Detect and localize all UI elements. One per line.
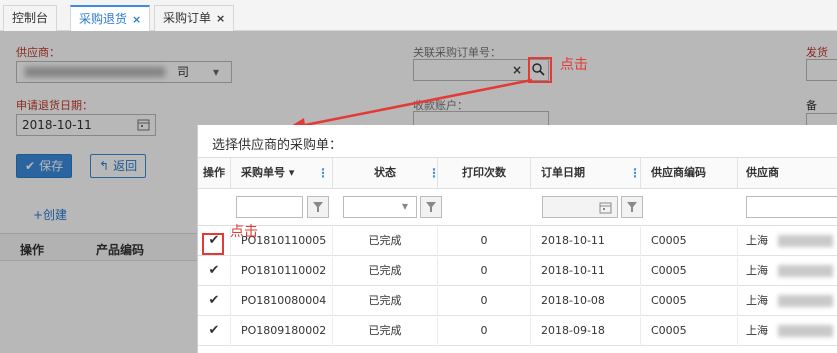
supplier-name: 上海 [746, 294, 768, 307]
order-date-filter-input[interactable] [542, 196, 618, 218]
order-no-filter-input[interactable] [236, 196, 303, 218]
highlight-select-row [202, 233, 224, 255]
print-count-cell: 0 [438, 227, 531, 256]
column-header-order-date[interactable]: 订单日期 [531, 158, 641, 189]
supplier-name: 上海 [746, 324, 768, 337]
column-header-status[interactable]: 状态 [333, 158, 438, 189]
table-row[interactable]: ✔ PO1810110005 已完成 0 2018-10-11 C0005 上海 [198, 227, 837, 256]
select-purchase-order-dialog: 选择供应商的采购单： 操作 采购单号 ▾ ⋮ 状态 ⋮ 打印次数 订单日期 ⋮ … [197, 125, 837, 353]
select-row-button[interactable]: ✔ [198, 287, 231, 316]
order-date-cell: 2018-10-08 [531, 287, 641, 316]
print-count-cell: 0 [438, 317, 531, 346]
table-row[interactable]: ✔ PO1810080004 已完成 0 2018-10-08 C0005 上海 [198, 287, 837, 316]
close-icon[interactable]: × [132, 13, 141, 26]
order-date-cell: 2018-10-11 [531, 257, 641, 286]
tab-label: 控制台 [12, 11, 49, 25]
status-cell: 已完成 [333, 287, 438, 316]
supplier-cell: 上海 [738, 287, 837, 316]
column-header-action: 操作 [198, 158, 231, 189]
click-note-1: 点击 [560, 57, 588, 73]
select-row-button[interactable]: ✔ [198, 257, 231, 286]
tab-label: 采购订单 [163, 11, 212, 25]
chevron-down-icon: ▾ [402, 199, 409, 213]
grid-header-row: 操作 采购单号 ▾ ⋮ 状态 ⋮ 打印次数 订单日期 ⋮ 供应商编码 供应商 [198, 157, 837, 189]
order-no-cell: PO1809180002 [231, 317, 333, 346]
status-filter-select[interactable]: ▾ [343, 196, 417, 218]
supplier-name: 上海 [746, 264, 768, 277]
column-header-supplier: 供应商 [746, 166, 779, 179]
column-menu-icon[interactable]: ⋮ [629, 158, 641, 188]
order-no-cell: PO1810080004 [231, 287, 333, 316]
grid-filter-row: ▾ [198, 189, 837, 226]
dialog-title: 选择供应商的采购单： [212, 138, 343, 153]
tab-bar: 控制台 采购退货 × 采购订单 × [0, 0, 837, 31]
status-cell: 已完成 [333, 257, 438, 286]
status-cell: 已完成 [333, 317, 438, 346]
filter-icon[interactable] [307, 196, 329, 218]
supplier-code-cell: C0005 [641, 287, 738, 316]
column-header-label: 采购单号 ▾ [241, 166, 295, 179]
supplier-code-cell: C0005 [641, 317, 738, 346]
column-header-label: 状态 [374, 166, 396, 179]
supplier-cell: 上海 [738, 257, 837, 286]
print-count-cell: 0 [438, 257, 531, 286]
order-date-cell: 2018-10-11 [531, 227, 641, 256]
click-note-2: 点击 [230, 224, 258, 240]
filter-icon[interactable] [420, 196, 442, 218]
filter-icon[interactable] [621, 196, 643, 218]
redacted-text [778, 235, 833, 247]
column-menu-icon[interactable]: ⋮ [317, 158, 329, 188]
redacted-text [778, 325, 833, 337]
supplier-filter-input[interactable] [746, 196, 837, 218]
supplier-name: 上海 [746, 234, 768, 247]
redacted-text [778, 265, 833, 277]
table-row[interactable]: ✔ PO1810110002 已完成 0 2018-10-11 C0005 上海 [198, 257, 837, 286]
tab-purchase-order[interactable]: 采购订单 × [154, 5, 235, 31]
column-header-print-count: 打印次数 [438, 158, 531, 189]
highlight-search-box [528, 57, 552, 83]
column-header-label: 订单日期 [541, 166, 585, 179]
tab-label: 采购退货 [79, 12, 128, 26]
supplier-code-cell: C0005 [641, 227, 738, 256]
redacted-text [778, 295, 833, 307]
order-no-cell: PO1810110002 [231, 257, 333, 286]
tab-purchase-return[interactable]: 采购退货 × [70, 5, 151, 31]
order-date-cell: 2018-09-18 [531, 317, 641, 346]
supplier-code-cell: C0005 [641, 257, 738, 286]
supplier-cell: 上海 [738, 317, 837, 346]
column-header-supplier-code: 供应商编码 [641, 158, 738, 189]
tab-dashboard[interactable]: 控制台 [3, 5, 58, 31]
supplier-cell: 上海 [738, 227, 837, 256]
print-count-cell: 0 [438, 287, 531, 316]
select-row-button[interactable]: ✔ [198, 317, 231, 346]
status-cell: 已完成 [333, 227, 438, 256]
table-row[interactable]: ✔ PO1809180002 已完成 0 2018-09-18 C0005 上海 [198, 317, 837, 346]
calendar-icon[interactable] [599, 201, 612, 214]
close-icon[interactable]: × [216, 12, 225, 25]
